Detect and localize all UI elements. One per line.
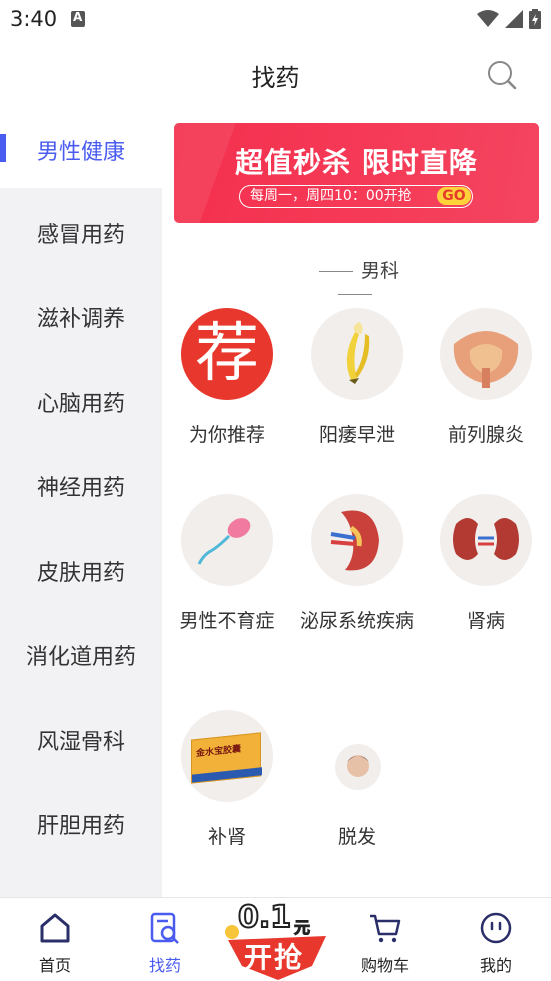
category-label: 脱发 [337, 826, 376, 848]
category-item[interactable]: 脱发 [297, 710, 417, 852]
category-label: 泌尿系统疾病 [299, 610, 414, 632]
prostate-icon [440, 308, 532, 400]
sidebar-item-skin[interactable]: 皮肤用药 [0, 531, 162, 611]
nav-cart-label: 购物车 [360, 956, 409, 975]
category-label: 前列腺炎 [447, 424, 524, 446]
wifi-icon [477, 10, 499, 27]
divider [338, 294, 372, 295]
header: 找药 [0, 38, 551, 110]
section-title-text: 男科 [360, 260, 399, 282]
category-label: 补肾 [207, 826, 246, 848]
flash-sale-banner[interactable]: 超值秒杀 限时直降 每周一，周四10：00开抢 GO [174, 123, 539, 223]
sidebar-item-cold[interactable]: 感冒用药 [0, 193, 162, 273]
category-label: 为你推荐 [188, 424, 265, 446]
category-item[interactable]: 金水宝胶囊 补肾 [167, 710, 287, 852]
category-label: 男性不育症 [179, 610, 275, 632]
promo-0.1-button[interactable]: 0.1 元 开抢 [222, 899, 332, 980]
sperm-icon [181, 494, 273, 586]
kidneys-icon [440, 494, 532, 586]
hair-loss-icon [311, 710, 403, 802]
banana-icon [311, 308, 403, 400]
medicine-box-stripe [192, 767, 262, 783]
category-label: 肾病 [466, 610, 505, 632]
status-bar: 3:40 [0, 0, 551, 38]
category-item[interactable]: 肾病 [426, 494, 546, 636]
profile-icon [480, 912, 512, 944]
medicine-box-icon: 金水宝胶囊 [181, 710, 273, 802]
nav-profile-label: 我的 [479, 956, 512, 975]
page-title: 找药 [251, 64, 300, 92]
sidebar-item-male-health[interactable]: 男性健康 [0, 112, 162, 188]
recommend-icon: 荐 [181, 308, 273, 400]
category-item[interactable]: 前列腺炎 [426, 308, 546, 450]
nav-profile[interactable]: 我的 [456, 910, 536, 976]
banner-headline: 超值秒杀 限时直降 [235, 146, 478, 179]
cart-icon [370, 914, 401, 943]
category-sidebar: 男性健康 感冒用药 滋补调养 心脑用药 神经用药 皮肤用药 消化道用药 风湿骨科… [0, 112, 162, 898]
category-item[interactable]: 阳痿早泄 [297, 308, 417, 450]
find-medicine-icon [150, 912, 179, 944]
notification-a-icon [71, 10, 85, 27]
banner-schedule: 每周一，周四10：00开抢 GO [239, 185, 473, 208]
sidebar-item-cardio[interactable]: 心脑用药 [0, 362, 162, 442]
nav-cart[interactable]: 购物车 [345, 910, 425, 976]
sidebar-item-rheumatism[interactable]: 风湿骨科 [0, 700, 162, 780]
nav-home[interactable]: 首页 [15, 910, 95, 976]
divider [318, 271, 353, 272]
nav-find-medicine[interactable]: 找药 [125, 910, 205, 976]
status-icons [477, 9, 541, 29]
battery-icon [529, 9, 541, 29]
category-item[interactable]: 泌尿系统疾病 [297, 494, 417, 636]
status-time: 3:40 [10, 7, 58, 31]
sidebar-item-tonic[interactable]: 滋补调养 [0, 277, 162, 357]
medicine-box: 金水宝胶囊 [191, 732, 262, 784]
promo-action: 开抢 [244, 941, 305, 974]
home-icon [40, 913, 70, 943]
banner-schedule-text: 每周一，周四10：00开抢 [250, 188, 412, 204]
search-icon [488, 61, 517, 90]
sidebar-item-liver[interactable]: 肝胆用药 [0, 784, 162, 864]
sidebar-item-digestive[interactable]: 消化道用药 [0, 615, 162, 695]
category-item[interactable]: 男性不育症 [167, 494, 287, 636]
medicine-box-label: 金水宝胶囊 [196, 744, 242, 760]
nav-find-medicine-label: 找药 [148, 956, 181, 975]
category-label: 阳痿早泄 [318, 424, 395, 446]
promo-unit: 元 [293, 918, 311, 938]
section-title: 男科 [290, 256, 420, 305]
kidney-section-icon [311, 494, 403, 586]
search-button[interactable] [487, 60, 517, 94]
signal-icon [505, 10, 523, 28]
sidebar-item-neuro[interactable]: 神经用药 [0, 446, 162, 526]
nav-home-label: 首页 [38, 956, 71, 975]
banner-go-badge: GO [437, 187, 471, 205]
category-item[interactable]: 荐 为你推荐 [167, 308, 287, 450]
recommend-glyph: 荐 [195, 317, 259, 391]
promo-price: 0.1 [237, 899, 292, 936]
